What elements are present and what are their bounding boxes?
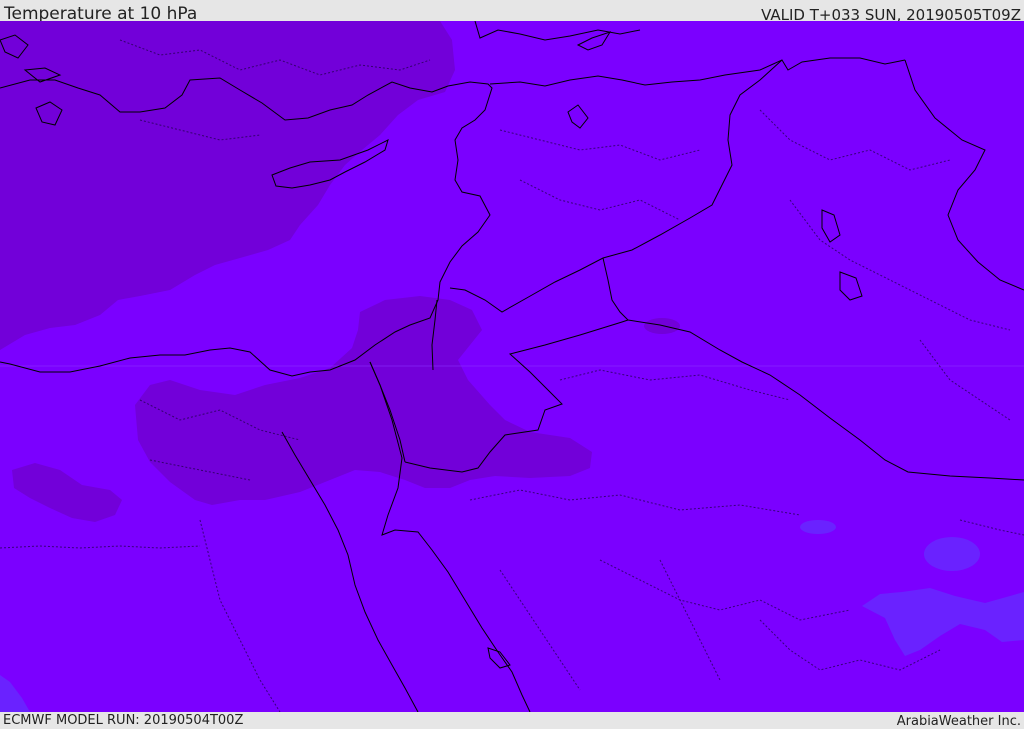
temperature-map [0, 21, 1024, 712]
cool-region-saudi-1 [800, 520, 836, 534]
warm-region-iraq-spot [644, 318, 680, 334]
weather-map-page: Temperature at 10 hPa VALID T+033 SUN, 2… [0, 0, 1024, 729]
map-canvas [0, 21, 1024, 712]
model-run-label: ECMWF MODEL RUN: 20190504T00Z [3, 713, 244, 728]
credit-label: ArabiaWeather Inc. [896, 714, 1021, 729]
cool-region-saudi-2 [924, 537, 980, 571]
header-bar: Temperature at 10 hPa VALID T+033 SUN, 2… [0, 0, 1024, 24]
footer-bar: ECMWF MODEL RUN: 20190504T00Z ArabiaWeat… [0, 712, 1024, 729]
